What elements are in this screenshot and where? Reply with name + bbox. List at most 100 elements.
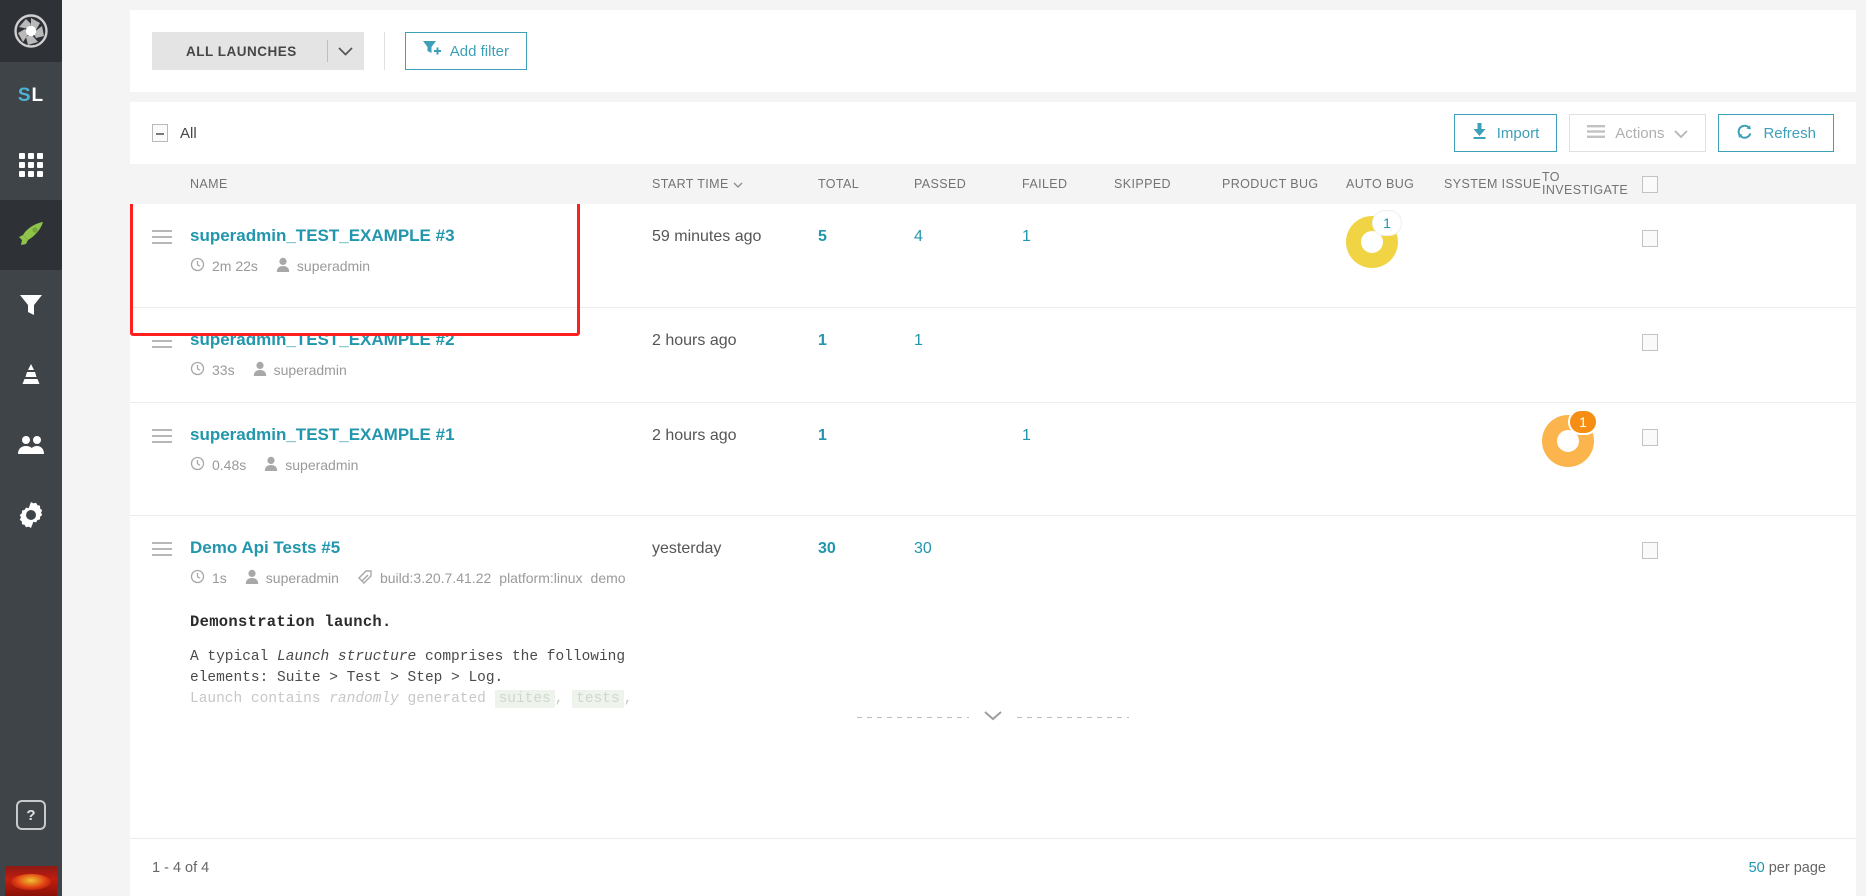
select-all-control[interactable]: All [152, 124, 197, 142]
avatar[interactable] [5, 866, 57, 896]
app-root: SL ? ALL LAUNCHES Add filter All Import … [0, 0, 1866, 896]
column-header-total: TOTAL [818, 177, 860, 191]
select-all-rows-checkbox[interactable] [1642, 175, 1658, 193]
sidebar-item-debug[interactable] [0, 340, 62, 410]
all-launches-dropdown[interactable]: ALL LAUNCHES [152, 32, 364, 70]
owner-value: superadmin [273, 362, 347, 378]
launch-name-link[interactable]: superadmin_TEST_EXAMPLE #1 [190, 425, 455, 445]
tag-platform[interactable]: platform:linux [499, 570, 582, 586]
row-select-cell [1620, 403, 1680, 515]
duration-value: 1s [212, 570, 227, 586]
row-passed[interactable]: 1 [914, 308, 1022, 402]
project-initials[interactable]: SL [0, 62, 62, 130]
duration-meta: 1s [190, 569, 227, 587]
to-investigate-donut-chart[interactable]: 1 [1542, 409, 1598, 471]
row-skipped [1114, 204, 1222, 307]
table-row[interactable]: Demo Api Tests #5 1s superadmin build:3.… [130, 516, 1856, 736]
column-header-name: NAME [190, 177, 228, 191]
owner-value: superadmin [265, 570, 339, 586]
owner-meta: superadmin [276, 257, 370, 275]
row-failed [1022, 308, 1114, 402]
help-button[interactable]: ? [16, 800, 46, 830]
aperture-logo-icon[interactable] [0, 0, 62, 62]
row-passed[interactable]: 30 [914, 516, 1022, 736]
row-total[interactable]: 1 [818, 308, 914, 402]
description-line1-emphasis: Launch structure [277, 649, 417, 665]
page-size-control[interactable]: 50 per page [1749, 860, 1826, 876]
description-code-tests: tests [572, 690, 624, 708]
row-select-cell [1620, 204, 1680, 307]
row-to-investigate[interactable]: 1 [1542, 403, 1620, 515]
row-total[interactable]: 1 [818, 403, 914, 515]
drag-handle-icon[interactable] [152, 330, 190, 402]
launch-name-link[interactable]: Demo Api Tests #5 [190, 538, 626, 558]
description-expander[interactable] [130, 708, 1856, 726]
auto-bug-donut-chart[interactable]: 1 [1346, 210, 1402, 272]
row-checkbox[interactable] [1642, 334, 1658, 351]
row-passed[interactable]: 4 [914, 204, 1022, 307]
person-icon [253, 361, 267, 379]
import-button[interactable]: Import [1453, 114, 1558, 152]
table-row[interactable]: superadmin_TEST_EXAMPLE #3 2m 22s supera… [130, 204, 1856, 308]
row-product-bug [1222, 204, 1346, 307]
refresh-button[interactable]: Refresh [1718, 114, 1834, 152]
column-header-start-time[interactable]: START TIME [652, 177, 818, 191]
chevron-down-icon [1674, 125, 1689, 142]
build-meta[interactable]: build:3.20.7.41.22 [357, 569, 491, 587]
owner-meta: superadmin [264, 456, 358, 474]
description-line1-a: A typical [190, 649, 278, 665]
toolbar-divider [383, 32, 385, 70]
download-icon [1472, 123, 1487, 143]
description-code-suites: suites [494, 690, 555, 708]
column-header-product-bug: PRODUCT BUG [1222, 177, 1319, 191]
sidebar-item-filters[interactable] [0, 270, 62, 340]
drag-handle-icon[interactable] [152, 538, 190, 587]
row-auto-bug[interactable]: 1 [1346, 204, 1444, 307]
row-passed [914, 403, 1022, 515]
description-line3-b: generated [398, 691, 495, 707]
row-checkbox[interactable] [1642, 230, 1658, 247]
row-name-block: superadmin_TEST_EXAMPLE #1 0.48s superad… [190, 425, 455, 515]
drag-handle-icon[interactable] [152, 226, 190, 307]
row-auto-bug [1346, 308, 1444, 402]
select-all-checkbox[interactable] [152, 124, 168, 142]
duration-value: 0.48s [212, 457, 247, 473]
actions-button[interactable]: Actions [1569, 114, 1707, 152]
launch-name-link[interactable]: superadmin_TEST_EXAMPLE #3 [190, 226, 455, 246]
person-icon [245, 569, 259, 587]
row-failed[interactable]: 1 [1022, 204, 1114, 307]
drag-handle-icon[interactable] [152, 425, 190, 515]
launch-name-link[interactable]: superadmin_TEST_EXAMPLE #2 [190, 330, 455, 350]
row-failed[interactable]: 1 [1022, 403, 1114, 515]
row-checkbox[interactable] [1642, 429, 1658, 446]
table-row[interactable]: superadmin_TEST_EXAMPLE #2 33s superadmi… [130, 308, 1856, 403]
sidebar-item-launches[interactable] [0, 200, 62, 270]
row-checkbox[interactable] [1642, 542, 1658, 559]
sidebar-item-settings[interactable] [0, 480, 62, 550]
page-size-value[interactable]: 50 [1749, 860, 1765, 876]
description-title: Demonstration launch. [190, 613, 392, 631]
row-name-cell: superadmin_TEST_EXAMPLE #3 2m 22s supera… [152, 204, 652, 307]
sidebar-item-dashboards[interactable] [0, 130, 62, 200]
row-meta: 0.48s superadmin [190, 456, 455, 474]
description-line2: elements: Suite > Test > Step > Log. [190, 670, 504, 686]
table-row[interactable]: superadmin_TEST_EXAMPLE #1 0.48s superad… [130, 403, 1856, 516]
row-system-issue [1444, 516, 1542, 736]
clock-icon [190, 361, 205, 379]
clock-icon [190, 257, 205, 275]
column-header-failed: FAILED [1022, 177, 1068, 191]
row-total[interactable]: 5 [818, 204, 914, 307]
description-body: A typical Launch structure comprises the… [190, 647, 660, 710]
row-total[interactable]: 30 [818, 516, 914, 736]
hamburger-icon [1587, 124, 1606, 142]
row-system-issue [1444, 308, 1542, 402]
build-value: build:3.20.7.41.22 [379, 570, 492, 586]
tag-demo[interactable]: demo [591, 570, 626, 586]
refresh-label: Refresh [1763, 124, 1816, 142]
column-header-start-time-label: START TIME [652, 177, 729, 191]
add-filter-button[interactable]: Add filter [404, 32, 527, 70]
row-name-cell: Demo Api Tests #5 1s superadmin build:3.… [152, 516, 652, 736]
sidebar-item-members[interactable] [0, 410, 62, 480]
row-meta: 1s superadmin build:3.20.7.41.22 platfor… [190, 569, 626, 587]
duration-value: 33s [212, 362, 235, 378]
